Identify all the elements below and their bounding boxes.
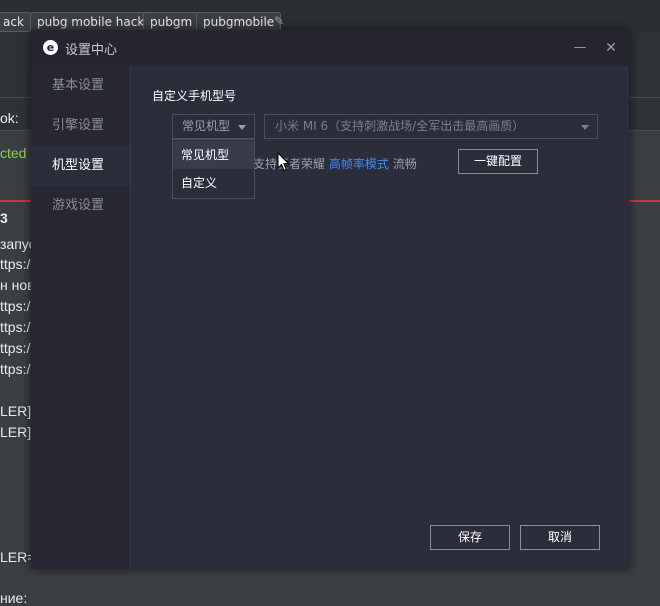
device-type-select[interactable]: 常见机型: [172, 114, 255, 139]
save-button[interactable]: 保存: [430, 525, 510, 550]
settings-sidebar: 基本设置 引擎设置 机型设置 游戏设置: [31, 66, 130, 569]
dialog-title: 设置中心: [65, 43, 118, 58]
hint-suffix: 流畅: [392, 157, 417, 171]
chevron-down-icon: [581, 125, 589, 130]
settings-dialog: e 设置中心 — ✕ 基本设置 引擎设置 机型设置 游戏设置 自定义手机型号 常…: [31, 30, 629, 569]
dropdown-option-custom[interactable]: 自定义: [173, 169, 254, 197]
background-tag[interactable]: ack: [0, 12, 31, 32]
background-text-line: н нов: [0, 277, 35, 293]
sidebar-item-game-settings[interactable]: 游戏设置: [31, 186, 130, 226]
minimize-icon[interactable]: —: [569, 37, 591, 59]
background-tag[interactable]: pubgm: [143, 12, 200, 32]
close-icon[interactable]: ✕: [600, 37, 622, 59]
background-text-line: ttps:/: [0, 319, 31, 335]
hint-highlight: 高帧率模式: [328, 157, 389, 171]
mouse-cursor-icon: [277, 152, 290, 172]
chevron-down-icon: [238, 125, 246, 130]
background-text-line: LER]: [0, 424, 32, 440]
background-text-line: ttps:/: [0, 256, 31, 272]
section-title: 自定义手机型号: [152, 89, 237, 103]
cancel-button[interactable]: 取消: [520, 525, 600, 550]
background-tag-bar: ack pubg mobile hack pubgm pubgmobile ✎: [0, 0, 660, 33]
device-model-select[interactable]: 小米 MI 6（支持刺激战场/全军出击最高画质）: [264, 114, 598, 139]
background-text-line: cted: [0, 145, 27, 161]
background-tag[interactable]: pubg mobile hack: [30, 12, 152, 32]
dialog-titlebar[interactable]: e 设置中心 — ✕: [31, 30, 629, 66]
pencil-icon[interactable]: ✎: [274, 14, 284, 28]
sidebar-item-device-model-settings[interactable]: 机型设置: [31, 146, 130, 186]
background-text-line: ok:: [0, 110, 19, 126]
device-type-dropdown: 常见机型 自定义: [172, 139, 255, 199]
device-model-select-value: 小米 MI 6（支持刺激战场/全军出击最高画质）: [275, 119, 525, 133]
device-type-select-value: 常见机型: [182, 119, 231, 133]
sidebar-item-engine-settings[interactable]: 引擎设置: [31, 106, 130, 146]
background-text-line: ttps:/: [0, 298, 31, 314]
background-tag[interactable]: pubgmobile: [196, 12, 282, 32]
sidebar-divider: [130, 66, 131, 569]
one-click-config-button[interactable]: 一键配置: [458, 149, 538, 174]
background-text-line: 3: [0, 210, 8, 226]
background-text-line: ttps:/: [0, 340, 31, 356]
sidebar-item-basic-settings[interactable]: 基本设置: [31, 66, 130, 106]
app-logo-icon: e: [43, 40, 58, 55]
background-text-line: ние:: [0, 590, 28, 606]
background-text-line: LER]: [0, 403, 32, 419]
dropdown-option-common-models[interactable]: 常见机型: [173, 141, 254, 169]
background-text-line: ttps:/: [0, 361, 31, 377]
